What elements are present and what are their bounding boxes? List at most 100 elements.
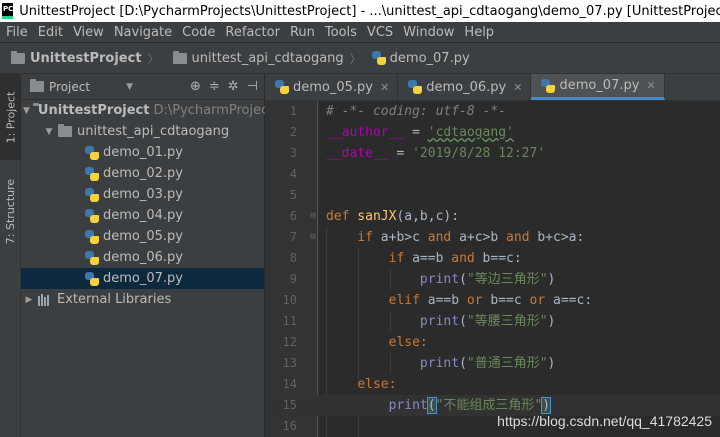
window-title-bar: PC UnittestProject [D:\PycharmProjects\U… — [0, 0, 720, 22]
line-number: 2 — [289, 125, 297, 139]
breadcrumb-file[interactable]: demo_07.py — [364, 51, 474, 66]
python-file-icon — [85, 250, 99, 265]
keyword: if — [357, 230, 373, 245]
fold-marker-icon[interactable]: ⊟ — [308, 227, 318, 248]
tree-item-file[interactable]: demo_05.py — [21, 226, 264, 247]
menu-navigate[interactable]: Navigate — [109, 22, 177, 43]
tree-package-label: unittest_api_cdtaogang — [77, 124, 230, 139]
function-name: sanJX — [349, 209, 397, 224]
line-number: 3 — [289, 146, 297, 160]
builtin-function: print — [419, 356, 460, 371]
tab-demo-06[interactable]: demo_06.py ✕ — [398, 74, 532, 100]
breadcrumb-package-label: unittest_api_cdtaogang — [191, 50, 344, 66]
folder-icon — [30, 79, 44, 92]
tab-demo-05[interactable]: demo_05.py ✕ — [265, 74, 399, 100]
close-icon[interactable]: ✕ — [646, 79, 655, 92]
tool-window-project-tab[interactable]: 1: Project — [0, 74, 21, 160]
menu-file[interactable]: File — [0, 22, 33, 43]
breadcrumb-file-label: demo_07.py — [389, 50, 470, 66]
tree-item-file[interactable]: demo_03.py — [21, 184, 264, 205]
line-number: 4 — [289, 167, 297, 181]
breadcrumb-project[interactable]: UnittestProject — [0, 50, 146, 66]
tree-libraries-label: External Libraries — [57, 292, 172, 307]
fold-marker-icon[interactable]: ⊟ — [308, 206, 318, 227]
tree-item-file[interactable]: demo_02.py — [21, 163, 264, 184]
chevron-right-icon: 〉 — [147, 51, 160, 66]
locate-icon[interactable]: ⊕ — [190, 79, 201, 94]
python-file-icon — [85, 271, 99, 286]
string-literal: 'cdtaogang' — [427, 125, 514, 140]
tool-window-structure-tab[interactable]: 7: Structure — [0, 166, 21, 256]
code-text: (a,b,c): — [396, 209, 460, 224]
code-line: 2 __author__ = 'cdtaogang' — [265, 122, 720, 143]
tree-item-file-selected[interactable]: demo_07.py — [21, 268, 264, 289]
code-text: b+c>a: — [529, 230, 585, 245]
keyword: or — [466, 293, 483, 308]
menu-help[interactable]: Help — [459, 22, 499, 43]
code-line: 8 if a==b and b==c: — [265, 248, 720, 269]
code-editor[interactable]: 1 # -*- coding: utf-8 -*- 2 __author__ =… — [265, 101, 720, 437]
watermark: https://blog.csdn.net/qq_41782425 — [497, 413, 712, 429]
string-literal: "等边三角形" — [466, 272, 548, 287]
menu-edit[interactable]: Edit — [33, 22, 68, 43]
matched-brace: ) — [541, 397, 552, 414]
menu-tools[interactable]: Tools — [320, 22, 362, 43]
matched-brace: ( — [426, 397, 437, 414]
pycharm-logo-icon: PC — [2, 3, 14, 19]
project-view-selector[interactable]: Project ▼ — [27, 79, 133, 94]
code-text: b==c: — [474, 251, 522, 266]
tree-item-file[interactable]: demo_04.py — [21, 205, 264, 226]
breadcrumb-package[interactable]: unittest_api_cdtaogang — [162, 50, 348, 66]
code-line: 6 ⊟ def sanJX(a,b,c): — [265, 206, 720, 227]
line-number: 12 — [282, 335, 297, 349]
builtin-function: print — [419, 314, 460, 329]
line-number: 10 — [282, 293, 297, 307]
tree-item-external-libraries[interactable]: ▶ External Libraries — [21, 289, 264, 310]
tree-file-label: demo_04.py — [103, 208, 183, 223]
collapse-all-icon[interactable]: ≑ — [209, 79, 220, 94]
line-number: 14 — [282, 377, 297, 391]
tree-item-root[interactable]: ▼ UnittestProject D:\PycharmProjec — [21, 100, 268, 121]
builtin-function: print — [419, 272, 460, 287]
tree-file-label: demo_03.py — [103, 187, 183, 202]
operator: = — [388, 146, 413, 161]
tab-label: demo_05.py — [293, 79, 373, 95]
tab-demo-07[interactable]: demo_07.py ✕ — [531, 74, 665, 100]
close-icon[interactable]: ✕ — [513, 81, 522, 94]
breadcrumb-project-label: UnittestProject — [30, 50, 142, 66]
menu-refactor[interactable]: Refactor — [220, 22, 285, 43]
expand-arrow-icon: ▼ — [45, 126, 53, 137]
project-panel: Project ▼ ⊕ ≑ ✲ ⊣ ▼ UnittestProject D:\P… — [21, 74, 268, 437]
code-text: ( — [459, 314, 467, 329]
tree-file-label: demo_01.py — [103, 145, 183, 160]
line-number: 6 — [289, 209, 297, 223]
menu-vcs[interactable]: VCS — [362, 22, 398, 43]
project-panel-title: Project — [49, 79, 91, 94]
tree-item-file[interactable]: demo_01.py — [21, 142, 264, 163]
keyword: and — [451, 251, 475, 266]
left-tool-strip: 1: Project 7: Structure — [0, 74, 21, 437]
menu-code[interactable]: Code — [177, 22, 220, 43]
gear-icon[interactable]: ✲ — [228, 79, 239, 94]
hide-panel-icon[interactable]: ⊣ — [247, 79, 258, 94]
close-icon[interactable]: ✕ — [380, 81, 389, 94]
code-line: 12 else: — [265, 332, 720, 353]
keyword: and — [506, 230, 530, 245]
line-number: 11 — [282, 314, 297, 328]
code-line: 1 # -*- coding: utf-8 -*- — [265, 101, 720, 122]
code-text: ) — [547, 272, 556, 287]
tree-file-label: demo_05.py — [103, 229, 183, 244]
string-literal: "普通三角形" — [466, 356, 548, 371]
python-file-icon — [85, 208, 99, 223]
menu-window[interactable]: Window — [398, 22, 459, 43]
tree-item-package[interactable]: ▼ unittest_api_cdtaogang — [21, 121, 264, 142]
code-text: a==c: — [545, 293, 593, 308]
tab-label: demo_07.py — [559, 78, 640, 93]
line-number: 7 — [289, 230, 297, 244]
menu-view[interactable]: View — [68, 22, 109, 43]
tree-file-label: demo_02.py — [103, 166, 183, 181]
menu-run[interactable]: Run — [285, 22, 320, 43]
code-text: ) — [547, 356, 556, 371]
keyword: elif — [388, 293, 420, 308]
tree-item-file[interactable]: demo_06.py — [21, 247, 264, 268]
